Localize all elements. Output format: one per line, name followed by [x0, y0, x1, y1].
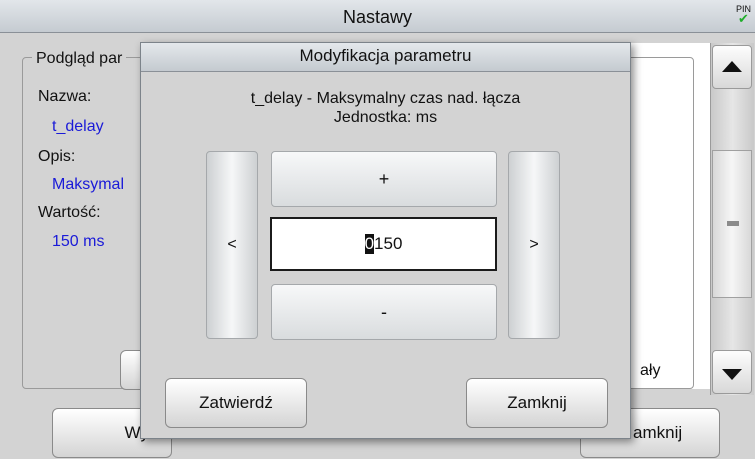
name-label: Nazwa: — [38, 88, 92, 105]
description-label: Opis: — [38, 148, 76, 165]
parameter-unit: Jednostka: ms — [333, 109, 438, 126]
cursor-digit: 0 — [364, 234, 375, 254]
value-digits: 150 — [374, 234, 403, 253]
value-field[interactable]: 0 150 — [270, 217, 497, 271]
confirm-button[interactable]: Zatwierdź — [165, 378, 307, 428]
plus-label: + — [378, 168, 390, 189]
minus-label: - — [381, 301, 387, 322]
grip-icon — [727, 221, 739, 226]
parameter-description: t_delay - Maksymalny czas nad. łącza — [250, 90, 521, 107]
arrow-down-icon — [722, 369, 742, 380]
description-value: Maksymal — [52, 176, 125, 193]
scroll-down-button[interactable] — [712, 350, 752, 394]
dialog-title: Modyfikacja parametru — [141, 43, 630, 72]
decrement-button[interactable]: - — [271, 284, 497, 340]
window-title: Nastawy — [0, 0, 755, 33]
scroll-up-button[interactable] — [712, 45, 752, 89]
check-icon: ✔ — [738, 11, 749, 26]
name-value: t_delay — [52, 118, 104, 135]
current-value: 150 ms — [52, 233, 105, 250]
left-arrow-label: < — [227, 236, 237, 253]
dialog-close-button[interactable]: Zamknij — [466, 378, 608, 428]
group-title: Podgląd par — [32, 50, 127, 68]
arrow-up-icon — [722, 61, 742, 72]
cursor-right-button[interactable]: > — [508, 151, 560, 339]
pin-status: PIN ✔ — [736, 4, 751, 26]
list-item-partial[interactable]: ały — [640, 362, 660, 380]
right-arrow-label: > — [529, 236, 539, 253]
value-label: Wartość: — [38, 204, 101, 221]
cursor-left-button[interactable]: < — [206, 151, 258, 339]
increment-button[interactable]: + — [271, 151, 497, 207]
scroll-thumb[interactable] — [712, 150, 752, 298]
